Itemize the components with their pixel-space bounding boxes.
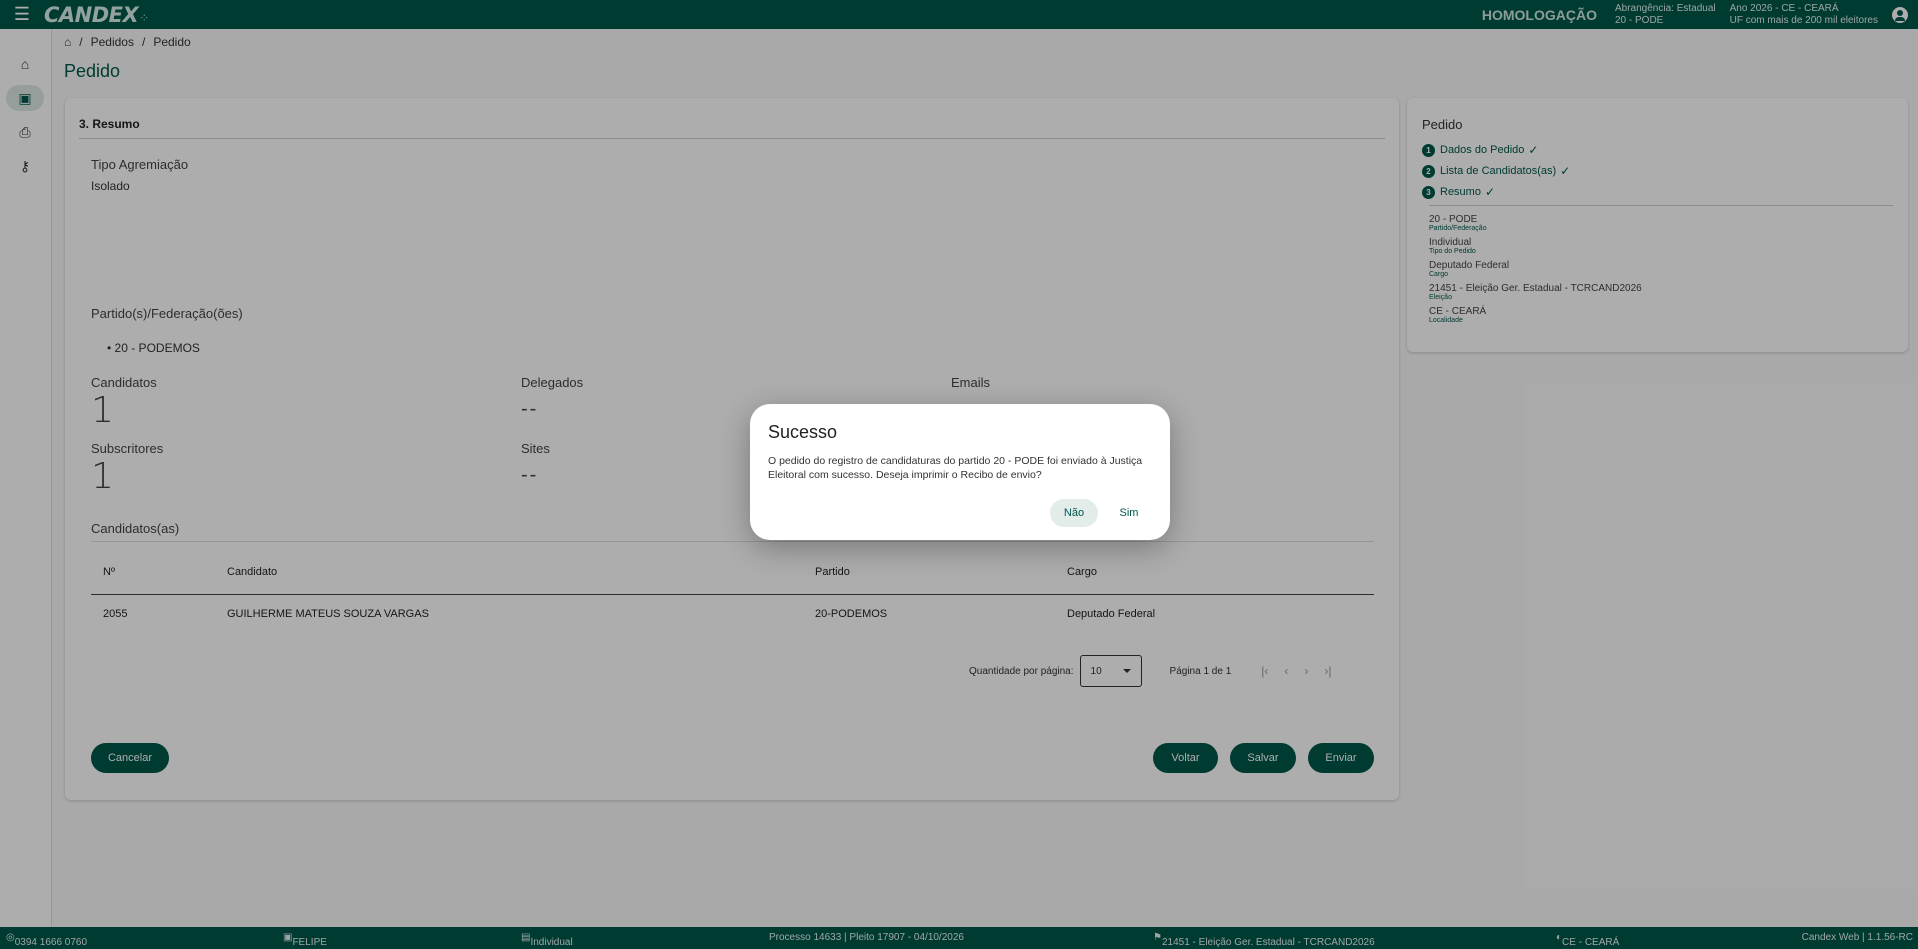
dialog-message: O pedido do registro de candidaturas do … (768, 455, 1143, 481)
no-button[interactable]: Não (1050, 499, 1098, 527)
yes-button[interactable]: Sim (1105, 499, 1153, 527)
dialog-title: Sucesso (768, 422, 838, 442)
success-dialog: Sucesso O pedido do registro de candidat… (750, 404, 1170, 540)
